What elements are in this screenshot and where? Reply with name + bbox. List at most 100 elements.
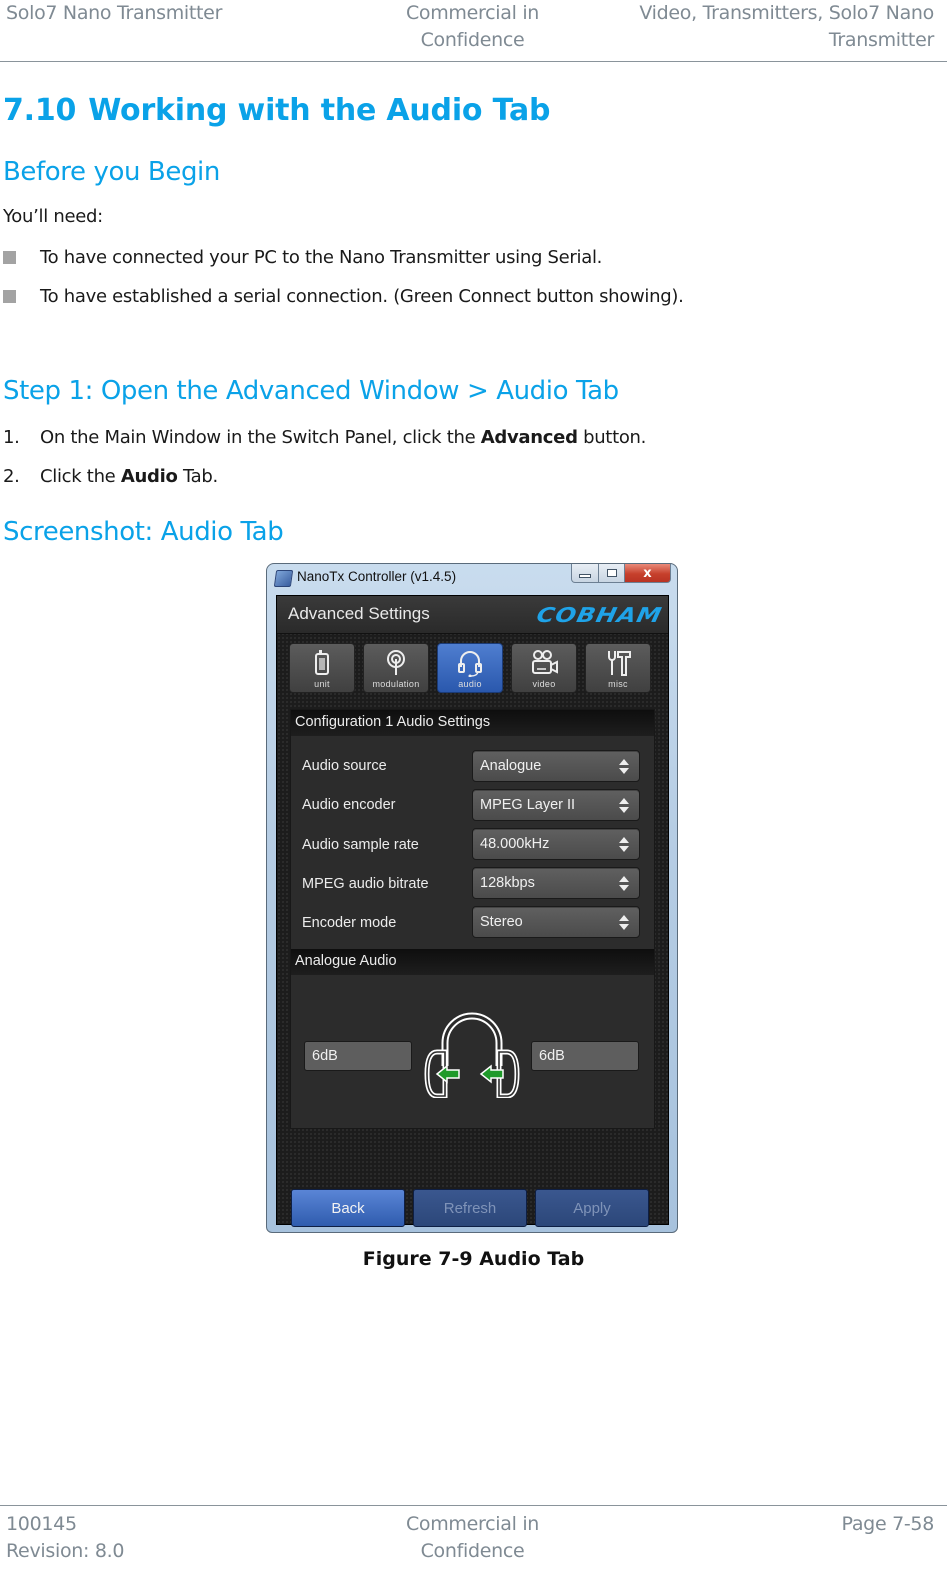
updown-arrows-icon xyxy=(619,759,629,775)
antenna-icon xyxy=(387,650,405,675)
page-footer: 100145 Revision: 8.0 Commercial in Confi… xyxy=(0,1505,947,1574)
prerequisite-item: To have established a serial connection.… xyxy=(3,286,684,307)
step-item: 1. On the Main Window in the Switch Panel… xyxy=(3,427,646,448)
footer-doc-number: 100145 xyxy=(6,1513,77,1535)
window-controls: x xyxy=(571,564,671,583)
window-title: NanoTx Controller (v1.4.5) xyxy=(297,569,457,584)
footer-revision: Revision: 8.0 xyxy=(6,1540,125,1562)
setting-label: MPEG audio bitrate xyxy=(302,876,429,892)
footer-confidentiality: Commercial in Confidence xyxy=(390,1511,555,1565)
step1-heading: Step 1: Open the Advanced Window > Audio… xyxy=(3,376,619,406)
close-button[interactable]: x xyxy=(625,564,671,583)
refresh-button[interactable]: Refresh xyxy=(413,1189,527,1227)
header-confidentiality-line1: Commercial in xyxy=(405,2,540,24)
screenshot-heading: Screenshot: Audio Tab xyxy=(3,517,284,547)
header-confidentiality-line2: Confidence xyxy=(420,29,525,51)
updown-arrows-icon xyxy=(619,876,629,892)
step-text: Click the xyxy=(40,466,121,487)
setting-label: Encoder mode xyxy=(302,915,397,931)
footer-confidentiality-line1: Commercial in xyxy=(405,1513,540,1535)
panel-title: Advanced Settings xyxy=(288,604,430,623)
page-header: Solo7 Nano Transmitter Commercial in Con… xyxy=(0,0,947,62)
prerequisites-intro: You’ll need: xyxy=(3,206,103,227)
step-text-bold: Advanced xyxy=(480,427,578,448)
audio-source-select[interactable]: Analogue xyxy=(472,750,640,782)
header-doc-title: Solo7 Nano Transmitter xyxy=(6,2,223,24)
header-category-line1: Video, Transmitters, Solo7 Nano xyxy=(639,2,934,24)
headset-icon xyxy=(458,651,482,677)
gain-value: 6dB xyxy=(312,1048,338,1064)
footer-confidentiality-line2: Confidence xyxy=(420,1540,525,1562)
step-text: Tab. xyxy=(177,466,218,487)
step-text: On the Main Window in the Switch Panel, … xyxy=(40,427,481,448)
section-title: 7.10 Working with the Audio Tab xyxy=(3,93,550,128)
footer-doc-info: 100145 Revision: 8.0 xyxy=(6,1511,124,1565)
section-number: 7.10 xyxy=(3,93,77,128)
updown-arrows-icon xyxy=(619,837,629,853)
footer-page-number: Page 7-58 xyxy=(841,1513,935,1535)
step-item: 2. Click the Audio Tab. xyxy=(3,466,218,487)
audio-settings-panel: Configuration 1 Audio Settings Audio sou… xyxy=(290,709,655,1129)
app-icon xyxy=(273,570,294,587)
maximize-button[interactable] xyxy=(599,564,625,583)
unit-device-icon xyxy=(315,650,329,675)
analogue-section-title: Analogue Audio xyxy=(295,953,397,969)
step-number: 1. xyxy=(3,427,20,448)
tab-misc[interactable]: misc xyxy=(585,643,651,693)
bullet-square-icon xyxy=(3,290,16,303)
section-title-text: Working with the Audio Tab xyxy=(88,93,551,128)
minimize-icon xyxy=(579,574,591,578)
prerequisite-item: To have connected your PC to the Nano Tr… xyxy=(3,247,602,268)
bullet-square-icon xyxy=(3,251,16,264)
step-text-bold: Audio xyxy=(120,466,178,487)
tab-label: video xyxy=(532,679,556,689)
tab-label: misc xyxy=(608,679,628,689)
video-camera-icon xyxy=(532,650,558,674)
before-you-begin-heading: Before you Begin xyxy=(3,157,220,187)
advanced-settings-header: Advanced Settings COBHAM xyxy=(277,596,668,634)
cobham-logo: COBHAM xyxy=(534,603,665,627)
tab-label: audio xyxy=(458,679,482,689)
left-gain-field[interactable]: 6dB xyxy=(304,1041,412,1071)
updown-arrows-icon xyxy=(619,915,629,931)
select-value: Analogue xyxy=(480,758,542,774)
left-arrow-icon xyxy=(435,1064,460,1084)
header-category-line2: Transmitter xyxy=(828,29,934,51)
right-gain-field[interactable]: 6dB xyxy=(531,1041,639,1071)
config-section-title: Configuration 1 Audio Settings xyxy=(295,714,491,730)
close-icon: x xyxy=(643,565,652,581)
prerequisite-text: To have connected your PC to the Nano Tr… xyxy=(40,247,603,268)
step-text: button. xyxy=(577,427,647,448)
audio-sample-rate-select[interactable]: 48.000kHz xyxy=(472,828,640,860)
updown-arrows-icon xyxy=(619,798,629,814)
select-value: 128kbps xyxy=(480,875,535,891)
prerequisite-text: To have established a serial connection.… xyxy=(40,286,684,307)
tab-video[interactable]: video xyxy=(511,643,577,693)
minimize-button[interactable] xyxy=(571,564,599,583)
nanotx-controller-window: NanoTx Controller (v1.4.5) x Advanced Se… xyxy=(266,563,678,1233)
mpeg-audio-bitrate-select[interactable]: 128kbps xyxy=(472,867,640,899)
select-value: 48.000kHz xyxy=(480,836,550,852)
select-value: MPEG Layer II xyxy=(480,797,576,813)
tab-label: unit xyxy=(314,679,330,689)
gain-value: 6dB xyxy=(539,1048,565,1064)
header-category: Video, Transmitters, Solo7 Nano Transmit… xyxy=(604,0,934,54)
figure-caption: Figure 7-9 Audio Tab xyxy=(362,1248,585,1270)
encoder-mode-select[interactable]: Stereo xyxy=(472,906,640,938)
headphones-icon xyxy=(424,1012,520,1098)
app-client-area: Advanced Settings COBHAM unit modulation… xyxy=(276,595,669,1227)
tab-modulation[interactable]: modulation xyxy=(363,643,429,693)
header-confidentiality: Commercial in Confidence xyxy=(390,0,555,54)
tab-unit[interactable]: unit xyxy=(289,643,355,693)
maximize-icon xyxy=(606,569,617,577)
tools-icon xyxy=(608,651,631,676)
step-number: 2. xyxy=(3,466,20,487)
settings-tabs: unit modulation audio video misc xyxy=(289,643,651,693)
tab-audio[interactable]: audio xyxy=(437,643,503,693)
apply-button[interactable]: Apply xyxy=(535,1189,649,1227)
action-buttons: Back Refresh Apply xyxy=(291,1189,649,1227)
back-button[interactable]: Back xyxy=(291,1189,405,1227)
select-value: Stereo xyxy=(480,914,523,930)
setting-label: Audio sample rate xyxy=(302,837,419,853)
audio-encoder-select[interactable]: MPEG Layer II xyxy=(472,789,640,821)
